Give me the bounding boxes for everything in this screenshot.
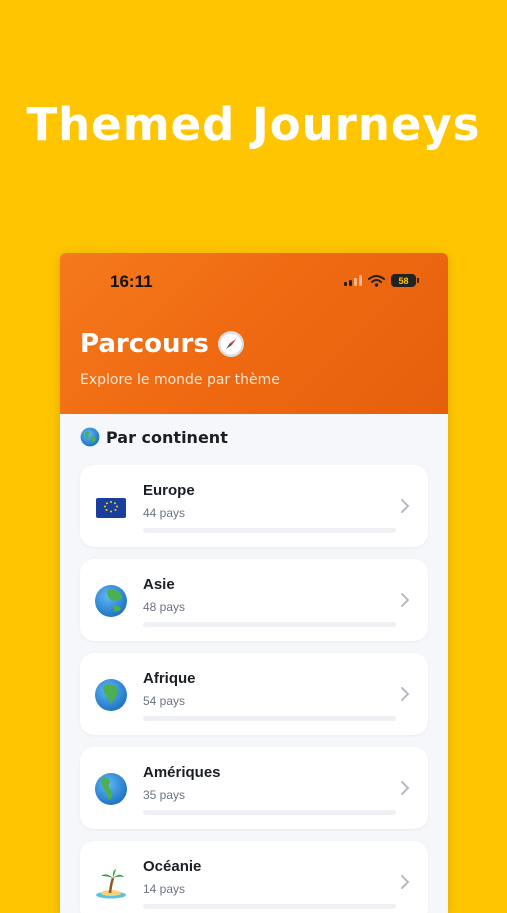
country-count: 14 pays: [143, 882, 186, 896]
country-count: 48 pays: [143, 600, 186, 614]
country-count: 54 pays: [143, 694, 186, 708]
chevron-right-icon: [401, 687, 410, 701]
continent-name: Europe: [143, 482, 195, 499]
chevron-right-icon: [401, 593, 410, 607]
phone-screen: 16:11 58 Parcours Explore le monde par t…: [60, 253, 448, 913]
globe-icon: [80, 427, 100, 447]
continent-card-ameriques[interactable]: Amériques 35 pays: [80, 747, 428, 829]
signal-icon: [344, 275, 362, 286]
chevron-right-icon: [401, 875, 410, 889]
globe-icon: [95, 679, 127, 711]
chevron-right-icon: [401, 499, 410, 513]
continent-name: Afrique: [143, 670, 196, 687]
section-title: Par continent: [106, 427, 228, 447]
country-count: 44 pays: [143, 506, 186, 520]
title-row: Parcours: [80, 329, 245, 359]
battery-icon: 58: [391, 274, 419, 287]
status-icons: 58: [344, 274, 419, 287]
header: 16:11 58 Parcours Explore le monde par t…: [60, 253, 448, 414]
eu-flag-icon: [96, 498, 126, 518]
page-subtitle: Explore le monde par thème: [80, 372, 280, 388]
continent-name: Océanie: [143, 858, 202, 875]
continent-card-afrique[interactable]: Afrique 54 pays: [80, 653, 428, 735]
globe-icon: [95, 585, 127, 617]
progress-bar: [143, 810, 396, 815]
progress-bar: [143, 622, 396, 627]
promo-headline: Themed Journeys: [26, 98, 481, 151]
island-icon: [96, 869, 126, 899]
progress-bar: [143, 528, 396, 533]
continent-card-asie[interactable]: Asie 48 pays: [80, 559, 428, 641]
section-heading: Par continent: [80, 427, 228, 447]
progress-bar: [143, 716, 396, 721]
battery-level: 58: [398, 275, 409, 286]
globe-icon: [95, 773, 127, 805]
country-count: 35 pays: [143, 788, 186, 802]
chevron-right-icon: [401, 781, 410, 795]
continent-card-europe[interactable]: Europe 44 pays: [80, 465, 428, 547]
page-title: Parcours: [80, 329, 209, 359]
compass-icon: [217, 331, 244, 357]
wifi-icon: [368, 274, 385, 287]
status-time: 16:11: [110, 272, 153, 291]
status-bar: 16:11 58: [60, 253, 448, 307]
continent-card-oceanie[interactable]: Océanie 14 pays: [80, 841, 428, 913]
progress-bar: [143, 904, 396, 909]
continent-name: Asie: [143, 576, 175, 593]
continent-name: Amériques: [143, 764, 221, 781]
